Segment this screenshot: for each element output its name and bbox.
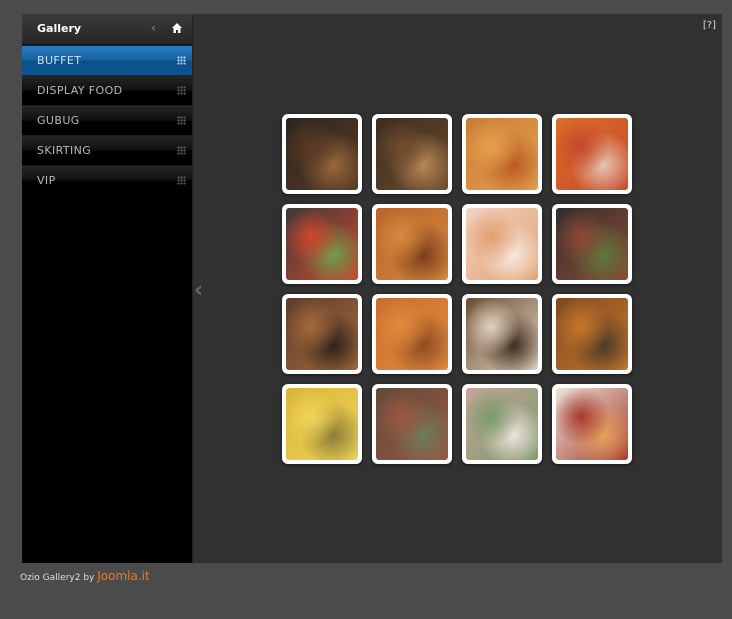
food-photo bbox=[466, 118, 538, 190]
gallery-thumbnail[interactable] bbox=[282, 114, 362, 194]
food-photo bbox=[466, 388, 538, 460]
food-photo bbox=[376, 388, 448, 460]
gallery-thumbnail[interactable] bbox=[552, 384, 632, 464]
gallery-thumbnail[interactable] bbox=[552, 204, 632, 284]
food-photo bbox=[556, 118, 628, 190]
sidebar-item-vip[interactable]: VIP bbox=[22, 165, 192, 195]
thumbnail-grid bbox=[282, 114, 642, 464]
food-photo bbox=[376, 208, 448, 280]
food-photo bbox=[556, 208, 628, 280]
footer-link[interactable]: Joomla.it bbox=[97, 569, 149, 583]
footer: Ozio Gallery2 by Joomla.it bbox=[20, 569, 150, 583]
gallery-thumbnail[interactable] bbox=[282, 294, 362, 374]
food-photo bbox=[286, 388, 358, 460]
sidebar-item-label: VIP bbox=[37, 174, 56, 187]
footer-text: Ozio Gallery2 by bbox=[20, 573, 95, 583]
sidebar-title: Gallery bbox=[37, 22, 82, 35]
sidebar-item-label: DISPLAY FOOD bbox=[37, 84, 123, 97]
food-photo bbox=[556, 388, 628, 460]
gallery-thumbnail[interactable] bbox=[462, 294, 542, 374]
sidebar-item-label: SKIRTING bbox=[37, 144, 92, 157]
gallery-thumbnail[interactable] bbox=[552, 294, 632, 374]
collapse-sidebar-icon[interactable]: ‹ bbox=[194, 278, 203, 303]
sidebar-item-display-food[interactable]: DISPLAY FOOD bbox=[22, 75, 192, 105]
gallery-thumbnail[interactable] bbox=[282, 204, 362, 284]
sidebar-header: Gallery ‹ bbox=[22, 14, 192, 45]
food-photo bbox=[466, 208, 538, 280]
sidebar-item-label: GUBUG bbox=[37, 114, 80, 127]
food-photo bbox=[286, 118, 358, 190]
gallery-thumbnail[interactable] bbox=[372, 294, 452, 374]
gallery-thumbnail[interactable] bbox=[552, 114, 632, 194]
food-photo bbox=[286, 208, 358, 280]
gallery-thumbnail[interactable] bbox=[462, 114, 542, 194]
food-photo bbox=[376, 118, 448, 190]
gallery-thumbnail[interactable] bbox=[462, 204, 542, 284]
sidebar-item-label: BUFFET bbox=[37, 54, 82, 67]
sidebar-item-gubug[interactable]: GUBUG bbox=[22, 105, 192, 135]
grid-icon bbox=[177, 176, 186, 185]
food-photo bbox=[286, 298, 358, 370]
gallery-thumbnail[interactable] bbox=[372, 384, 452, 464]
sidebar-item-buffet[interactable]: BUFFET bbox=[22, 45, 192, 75]
gallery-thumbnail[interactable] bbox=[462, 384, 542, 464]
food-photo bbox=[376, 298, 448, 370]
grid-icon bbox=[177, 56, 186, 65]
food-photo bbox=[556, 298, 628, 370]
food-photo bbox=[466, 298, 538, 370]
help-link[interactable]: [?] bbox=[703, 20, 716, 31]
gallery-thumbnail[interactable] bbox=[372, 204, 452, 284]
home-icon[interactable] bbox=[171, 22, 183, 34]
grid-icon bbox=[177, 116, 186, 125]
gallery-frame: Gallery ‹ BUFFET DISPLAY FOOD GUBUG SKIRTIN… bbox=[22, 14, 722, 563]
gallery-thumbnail[interactable] bbox=[282, 384, 362, 464]
sidebar: Gallery ‹ BUFFET DISPLAY FOOD GUBUG SKIRTIN… bbox=[22, 14, 193, 563]
sidebar-item-skirting[interactable]: SKIRTING bbox=[22, 135, 192, 165]
grid-icon bbox=[177, 86, 186, 95]
grid-icon bbox=[177, 146, 186, 155]
gallery-thumbnail[interactable] bbox=[372, 114, 452, 194]
back-arrow-icon[interactable]: ‹ bbox=[151, 21, 156, 35]
